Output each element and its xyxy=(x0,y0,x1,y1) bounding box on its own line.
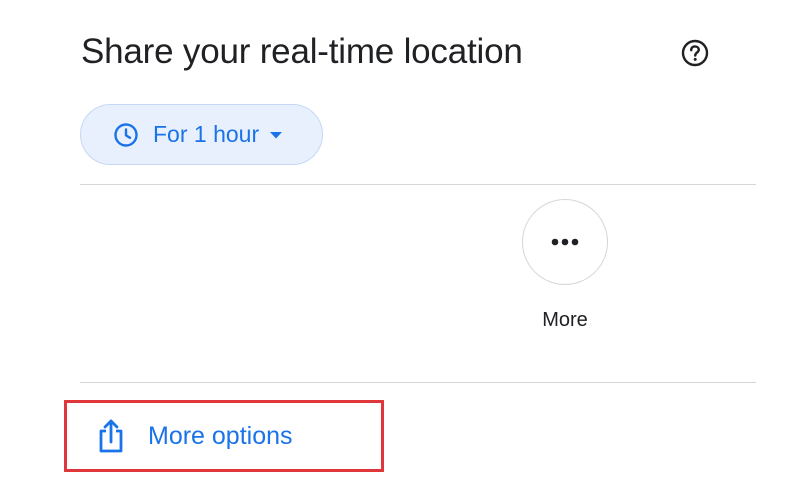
share-target-label: More xyxy=(542,309,588,331)
more-options-label: More options xyxy=(148,421,293,450)
page-title: Share your real-time location xyxy=(81,32,523,71)
duration-dropdown[interactable]: For 1 hour xyxy=(80,104,323,165)
caret-down-icon xyxy=(269,130,283,140)
divider-top xyxy=(80,184,756,185)
duration-label: For 1 hour xyxy=(153,121,260,147)
help-button[interactable] xyxy=(680,38,710,68)
more-options-button[interactable]: More options xyxy=(64,400,384,472)
share-upload-icon xyxy=(99,419,123,453)
clock-icon xyxy=(114,122,138,147)
help-circle-icon xyxy=(681,39,709,67)
more-button-circle[interactable] xyxy=(522,199,608,285)
share-target-more[interactable]: More xyxy=(521,199,609,332)
divider-bottom xyxy=(80,382,756,383)
more-horizontal-icon xyxy=(551,238,579,246)
